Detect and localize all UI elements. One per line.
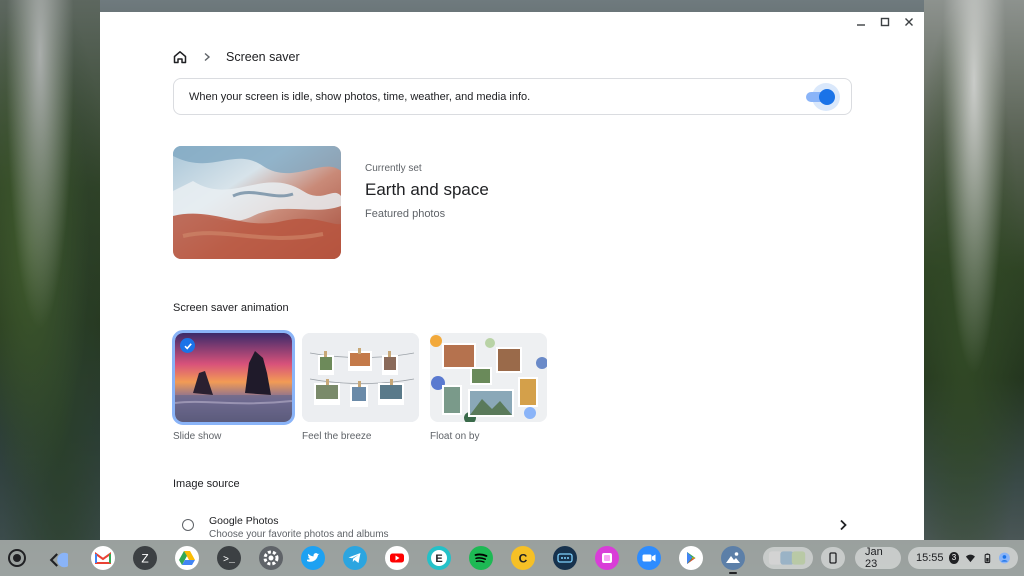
phone-icon: [829, 552, 837, 564]
google-photos-title: Google Photos: [209, 515, 279, 527]
z-app-letter: Z: [141, 552, 148, 566]
e-app-letter: E: [435, 553, 442, 565]
notification-count-badge: 3: [948, 552, 960, 564]
page-title: Screen saver: [226, 50, 300, 64]
spotify-icon[interactable]: [469, 546, 493, 570]
selected-check-icon: [180, 338, 195, 353]
c-app-icon[interactable]: C: [511, 546, 535, 570]
wallpaper-left: [0, 0, 100, 540]
minimize-icon: [857, 24, 865, 26]
clock-time: 15:55: [916, 552, 944, 564]
wifi-icon: [966, 554, 976, 563]
chevron-right-icon: [202, 52, 212, 62]
back-chevron-icon[interactable]: [44, 548, 68, 568]
play-store-icon[interactable]: [679, 546, 703, 570]
chat-app-icon[interactable]: [553, 546, 577, 570]
terminal-icon[interactable]: >_: [217, 546, 241, 570]
close-button[interactable]: [902, 16, 916, 30]
zoom-icon[interactable]: [637, 546, 661, 570]
chevron-right-icon: [838, 519, 848, 531]
twitter-icon[interactable]: [301, 546, 325, 570]
toggle-knob: [819, 88, 835, 105]
youtube-icon[interactable]: [385, 546, 409, 570]
currently-set-label: Currently set: [365, 163, 422, 174]
close-icon: [905, 18, 913, 26]
maximize-icon: [880, 17, 890, 27]
terminal-glyph: >_: [223, 555, 236, 566]
wallpaper-right: [924, 0, 1024, 540]
current-screensaver-info: Currently set Earth and space Featured p…: [365, 163, 489, 220]
animation-option-slide-show[interactable]: [172, 330, 295, 425]
breadcrumb: Screen saver: [172, 48, 300, 66]
z-app-icon[interactable]: Z: [133, 546, 157, 570]
minimize-button[interactable]: [854, 16, 868, 30]
telegram-icon[interactable]: [343, 546, 367, 570]
status-tray[interactable]: 15:55 3: [908, 547, 1018, 569]
gallery-app-icon[interactable]: [595, 546, 619, 570]
screensaver-toggle-row: When your screen is idle, show photos, t…: [173, 78, 852, 115]
settings-window: Screen saver When your screen is idle, s…: [100, 12, 924, 540]
active-app-indicator: [729, 572, 737, 574]
date-text: Jan 23: [865, 546, 883, 570]
current-album-subtitle: Featured photos: [365, 208, 446, 220]
holding-space-thumbnails-icon: [768, 551, 806, 565]
launcher-button[interactable]: [8, 549, 26, 567]
date-tray[interactable]: Jan 23: [855, 546, 901, 570]
current-preview-image: [173, 146, 341, 259]
screensaver-app-icon[interactable]: [721, 546, 745, 570]
animation-option-feel-the-breeze[interactable]: [302, 333, 419, 422]
account-avatar-icon: [999, 552, 1010, 564]
home-icon[interactable]: [172, 49, 188, 65]
google-photos-subtitle: Choose your favorite photos and albums: [209, 529, 389, 540]
c-app-letter: C: [519, 552, 528, 566]
animation-label-float-on-by: Float on by: [430, 431, 480, 442]
image-source-section-title: Image source: [173, 478, 240, 490]
battery-icon: [984, 553, 991, 564]
animation-section-title: Screen saver animation: [173, 302, 289, 314]
animation-label-feel-the-breeze: Feel the breeze: [302, 431, 372, 442]
holding-space-tray[interactable]: [763, 547, 813, 569]
e-app-icon[interactable]: E: [427, 546, 451, 570]
gmail-icon[interactable]: [91, 546, 115, 570]
animation-label-slide-show: Slide show: [173, 431, 222, 442]
screensaver-toggle[interactable]: [806, 82, 840, 111]
google-drive-icon[interactable]: [175, 546, 199, 570]
shelf: Z >_ E C Jan 23 15:55 3: [0, 540, 1024, 576]
phone-hub-button[interactable]: [821, 547, 845, 569]
settings-gear-icon[interactable]: [259, 546, 283, 570]
toggle-description: When your screen is idle, show photos, t…: [189, 90, 531, 103]
maximize-button[interactable]: [878, 16, 892, 30]
image-source-google-photos[interactable]: Google Photos Choose your favorite photo…: [173, 508, 852, 540]
google-photos-radio[interactable]: [182, 519, 194, 531]
current-album-title: Earth and space: [365, 180, 489, 199]
launcher-icon: [13, 554, 21, 562]
animation-option-float-on-by[interactable]: [430, 333, 547, 422]
window-controls: [854, 16, 916, 30]
